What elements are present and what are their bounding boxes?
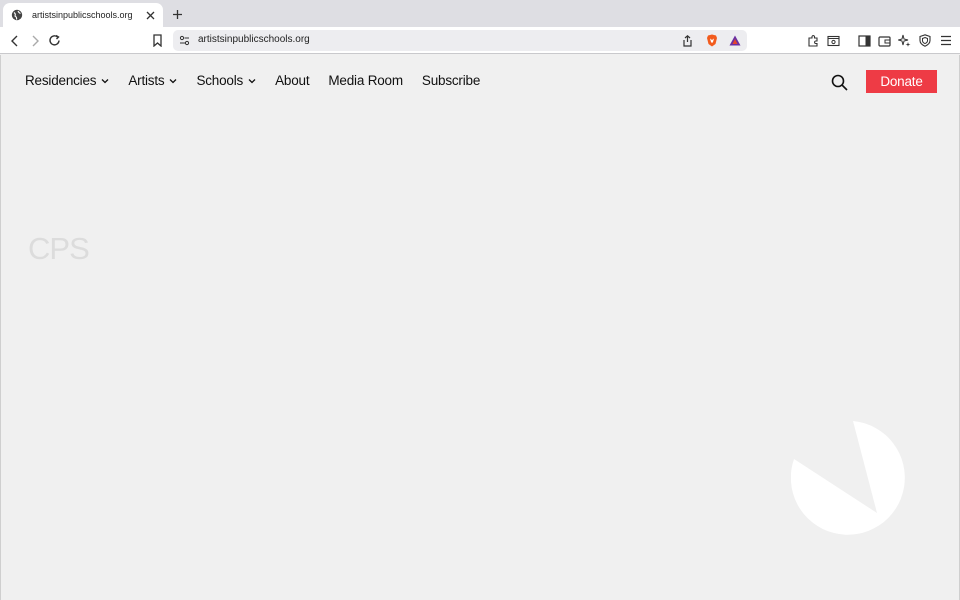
tab-strip: artistsinpublicschools.org	[0, 0, 960, 27]
new-tab-icon[interactable]	[169, 6, 185, 22]
back-icon[interactable]	[6, 32, 23, 49]
nav-item-residencies[interactable]: Residencies	[25, 73, 109, 88]
chevron-down-icon	[101, 78, 109, 84]
address-bar[interactable]: artistsinpublicschools.org	[173, 30, 747, 51]
browser-toolbar: artistsinpublicschools.org	[0, 27, 960, 54]
forward-icon[interactable]	[26, 32, 43, 49]
reload-icon[interactable]	[46, 32, 63, 49]
browser-tab[interactable]: artistsinpublicschools.org	[3, 3, 163, 27]
site-navigation: Residencies Artists Schools About Media …	[25, 73, 499, 88]
address-text: artistsinpublicschools.org	[198, 34, 310, 45]
nav-item-subscribe[interactable]: Subscribe	[422, 73, 480, 88]
nav-label: Media Room	[328, 73, 403, 88]
site-settings-icon[interactable]	[177, 33, 192, 48]
sidebar-icon[interactable]	[856, 32, 873, 49]
chevron-down-icon	[248, 78, 256, 84]
hero-text: CPS	[28, 231, 90, 266]
nav-label: Schools	[196, 73, 244, 88]
nav-item-artists[interactable]: Artists	[128, 73, 177, 88]
nav-label: Subscribe	[421, 73, 481, 88]
extensions-icon[interactable]	[805, 32, 822, 49]
donate-button[interactable]: Donate	[866, 70, 937, 93]
nav-label: About	[275, 73, 310, 88]
web-page: Residencies Artists Schools About Media …	[0, 55, 960, 600]
nav-item-schools[interactable]: Schools	[196, 73, 256, 88]
nav-item-media-room[interactable]: Media Room	[328, 73, 403, 88]
tab-title: artistsinpublicschools.org	[32, 10, 133, 20]
nav-label: Residencies	[25, 73, 97, 88]
share-icon[interactable]	[680, 33, 695, 48]
chevron-down-icon	[169, 78, 177, 84]
nav-item-about[interactable]: About	[275, 73, 309, 88]
rewards-icon[interactable]	[727, 33, 742, 48]
circle-slice-logo	[791, 421, 905, 535]
menu-icon[interactable]	[937, 32, 954, 49]
globe-icon	[11, 9, 23, 21]
bookmark-icon[interactable]	[149, 32, 166, 49]
search-icon[interactable]	[830, 73, 849, 92]
wallet-icon[interactable]	[876, 32, 893, 49]
close-tab-icon[interactable]	[143, 8, 157, 22]
brave-shield-icon[interactable]	[704, 33, 719, 48]
vpn-shield-icon[interactable]	[916, 32, 933, 49]
leo-ai-icon[interactable]	[896, 32, 913, 49]
nav-label: Artists	[128, 73, 165, 88]
window-search-icon[interactable]	[825, 32, 842, 49]
